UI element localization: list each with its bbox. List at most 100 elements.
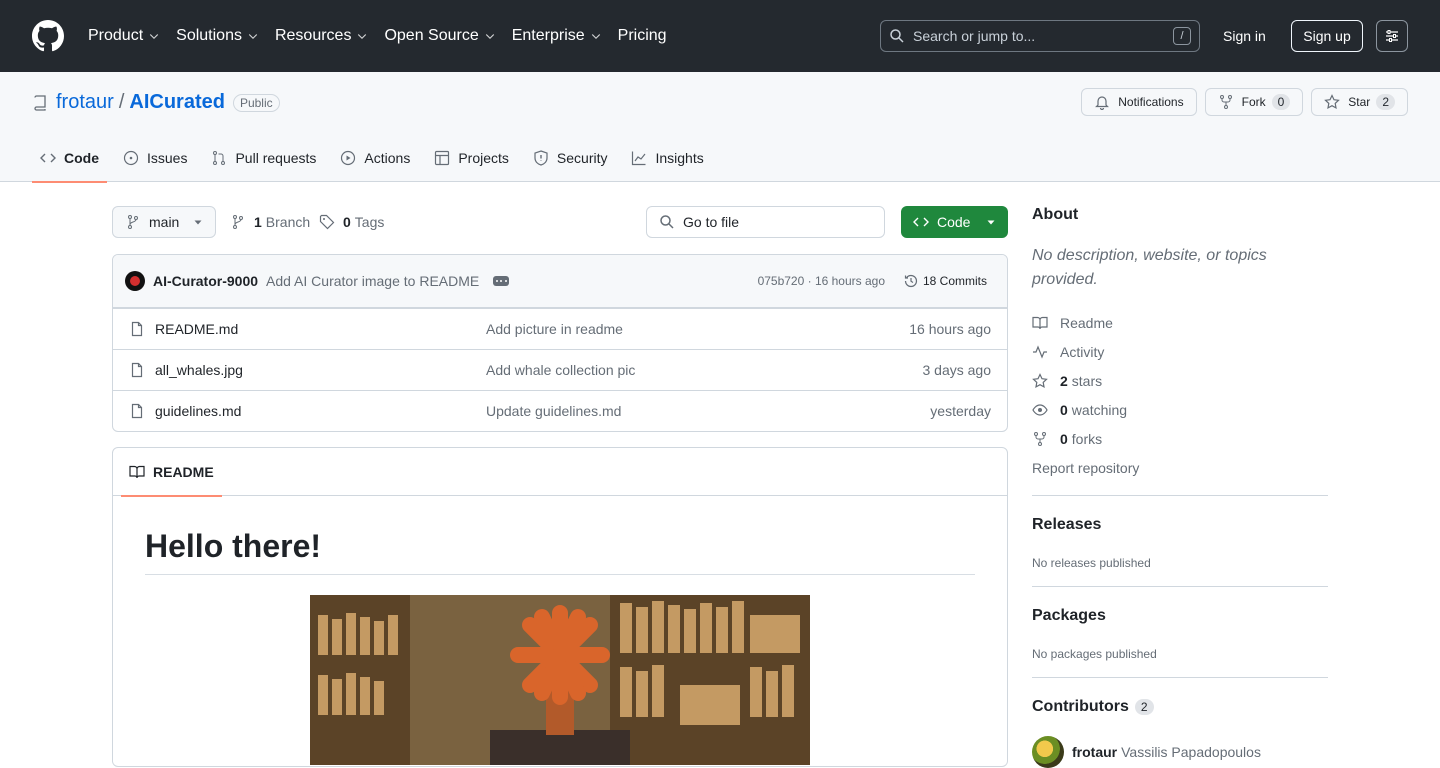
avatar[interactable] — [1032, 736, 1064, 768]
watching-count: 0 — [1060, 401, 1068, 418]
code-dropdown-button[interactable]: Code — [901, 206, 1008, 238]
file-commit-age: 16 hours ago — [909, 321, 991, 337]
global-nav: Product Solutions Resources Open Source … — [88, 27, 683, 45]
file-row[interactable]: README.md Add picture in readme 16 hours… — [113, 308, 1007, 349]
activity-link-label: Activity — [1060, 343, 1105, 360]
releases-title[interactable]: Releases — [1032, 516, 1328, 534]
notifications-label: Notifications — [1118, 95, 1184, 109]
star-button[interactable]: Star 2 — [1311, 88, 1408, 116]
file-commit-message[interactable]: Add picture in readme — [486, 321, 623, 337]
notifications-button[interactable]: Notifications — [1081, 88, 1197, 116]
book-icon — [129, 465, 145, 479]
tab-pull-requests[interactable]: Pull requests — [203, 134, 324, 182]
file-browser: AI-Curator-9000 Add AI Curator image to … — [112, 254, 1008, 432]
tab-issues[interactable]: Issues — [115, 134, 195, 182]
stars-label: stars — [1071, 372, 1103, 389]
nav-pricing[interactable]: Pricing — [618, 27, 667, 45]
tab-readme[interactable]: README — [121, 448, 222, 497]
shield-icon — [534, 150, 548, 166]
tab-projects[interactable]: Projects — [426, 134, 517, 182]
watching-link[interactable]: 0 watching — [1032, 395, 1328, 424]
branch-name: main — [149, 214, 180, 230]
nav-label: Resources — [274, 27, 352, 44]
contributors-title[interactable]: Contributors — [1032, 698, 1129, 715]
branches-link[interactable]: 1 Branch — [230, 206, 310, 238]
tag-count: 0 — [343, 214, 351, 230]
tags-link[interactable]: 0 Tags — [319, 206, 384, 238]
tab-security[interactable]: Security — [525, 134, 616, 182]
commit-author-avatar[interactable] — [125, 271, 145, 291]
packages-title[interactable]: Packages — [1032, 607, 1328, 625]
nav-resources[interactable]: Resources — [275, 27, 368, 45]
forks-count: 0 — [1060, 430, 1068, 447]
star-count: 2 — [1376, 94, 1395, 110]
stars-link[interactable]: 2 stars — [1032, 366, 1328, 395]
tab-label: Insights — [655, 150, 704, 166]
about-links: Readme Activity 2 stars 0 watching 0 for… — [1032, 308, 1328, 482]
commit-count-label: 18 Commits — [922, 274, 987, 288]
tag-count-label: Tags — [354, 214, 385, 230]
commit-author-link[interactable]: AI-Curator-9000 — [153, 273, 258, 289]
global-search-input[interactable]: Search or jump to... / — [880, 20, 1200, 52]
commits-history-link[interactable]: 18 Commits — [903, 273, 987, 289]
activity-link[interactable]: Activity — [1032, 337, 1328, 366]
contributors-heading: Contributors 2 — [1032, 698, 1328, 716]
tab-insights[interactable]: Insights — [623, 134, 711, 182]
contributor-login[interactable]: frotaur — [1072, 744, 1117, 760]
nav-solutions[interactable]: Solutions — [176, 27, 259, 45]
ai-curator-image[interactable] — [310, 595, 810, 765]
contributors-section: Contributors 2 frotaur Vassilis Papadopou… — [1032, 677, 1328, 768]
nav-enterprise[interactable]: Enterprise — [512, 27, 602, 45]
file-name-link[interactable]: README.md — [155, 321, 238, 337]
fork-icon — [1034, 431, 1046, 446]
file-row[interactable]: guidelines.md Update guidelines.md yeste… — [113, 390, 1007, 431]
fork-button[interactable]: Fork 0 — [1204, 88, 1304, 116]
tab-actions[interactable]: Actions — [332, 134, 418, 182]
github-logo-icon[interactable] — [32, 20, 64, 52]
file-icon — [131, 362, 143, 378]
repo-name-link[interactable]: AICurated — [129, 91, 225, 114]
file-icon — [131, 321, 143, 337]
search-placeholder: Search or jump to... — [913, 28, 1036, 44]
repo-sidebar: About No description, website, or topics… — [1032, 206, 1328, 768]
chevron-down-icon — [149, 34, 159, 40]
nav-label: Product — [88, 27, 144, 44]
report-repository-link[interactable]: Report repository — [1032, 453, 1328, 482]
main-content: main 1 Branch 0 Tags Go to file Code AI-… — [112, 206, 1008, 767]
stars-count: 2 — [1060, 372, 1068, 389]
readme-tabbar: README — [113, 448, 1007, 497]
readme-link[interactable]: Readme — [1032, 308, 1328, 337]
forks-link[interactable]: 0 forks — [1032, 424, 1328, 453]
repo-tabs: Code Issues Pull requests Actions Projec… — [32, 134, 720, 183]
file-row[interactable]: all_whales.jpg Add whale collection pic … — [113, 349, 1007, 390]
star-label: Star — [1348, 95, 1371, 109]
commit-message-link[interactable]: Add AI Curator image to README — [266, 273, 479, 289]
star-icon — [1324, 94, 1341, 110]
file-icon — [131, 403, 143, 419]
file-name-link[interactable]: guidelines.md — [155, 403, 241, 419]
curator-painting-icon — [310, 595, 810, 765]
nav-open-source[interactable]: Open Source — [384, 27, 495, 45]
repo-owner-link[interactable]: frotaur — [56, 91, 114, 114]
repo-separator: / — [118, 91, 125, 113]
sign-up-button[interactable]: Sign up — [1291, 20, 1363, 52]
tab-code[interactable]: Code — [32, 134, 107, 183]
go-to-file-input[interactable]: Go to file — [646, 206, 885, 238]
settings-menu-button[interactable] — [1376, 20, 1408, 52]
contributor-name: Vassilis Papadopoulos — [1121, 744, 1261, 760]
sign-in-link[interactable]: Sign in — [1213, 20, 1276, 52]
nav-product[interactable]: Product — [88, 27, 160, 45]
branch-selector[interactable]: main — [112, 206, 216, 238]
tag-icon — [319, 214, 335, 230]
expand-commit-icon[interactable] — [493, 276, 510, 286]
nav-label: Enterprise — [511, 27, 585, 44]
commit-meta[interactable]: 075b720 · 16 hours ago — [758, 274, 885, 288]
file-commit-message[interactable]: Update guidelines.md — [486, 403, 621, 419]
chevron-down-icon — [485, 34, 494, 40]
chevron-down-icon — [358, 34, 367, 40]
search-icon — [660, 215, 674, 229]
branch-count-label: Branch — [265, 214, 311, 230]
file-name-link[interactable]: all_whales.jpg — [155, 362, 243, 378]
file-commit-message[interactable]: Add whale collection pic — [486, 362, 635, 378]
contributor-item[interactable]: frotaur Vassilis Papadopoulos — [1032, 736, 1328, 768]
